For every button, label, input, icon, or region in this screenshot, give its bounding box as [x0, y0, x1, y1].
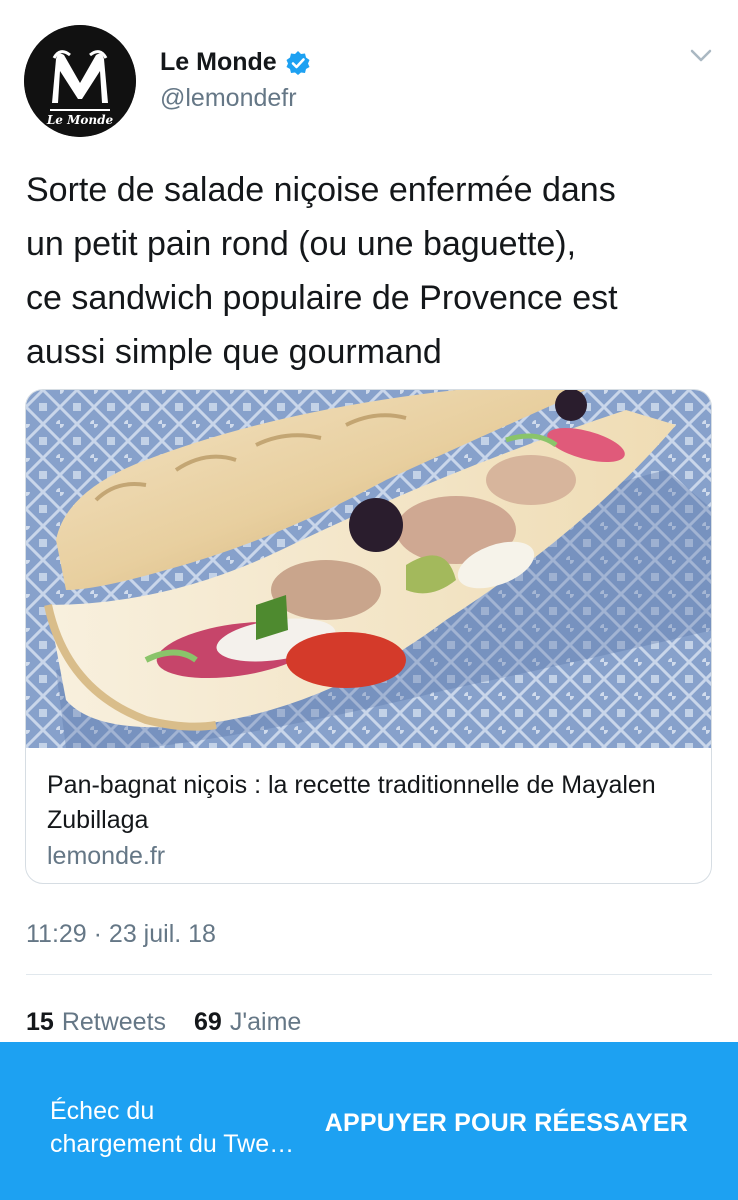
error-snackbar: Échec du chargement du Twe… APPUYER POUR…: [0, 1042, 738, 1200]
snackbar-message-line: Échec du: [50, 1097, 155, 1125]
card-domain: lemonde.fr: [47, 842, 166, 870]
tweet-stats: 15 Retweets 69 J'aime: [26, 1008, 301, 1037]
author-row[interactable]: Le Monde: [160, 48, 311, 77]
divider: [26, 974, 712, 975]
verified-badge-icon: [285, 50, 311, 76]
tweet-text-line: aussi simple que gourmand: [26, 333, 442, 371]
avatar[interactable]: Le Monde: [24, 25, 136, 137]
author-name[interactable]: Le Monde: [160, 48, 277, 77]
le-monde-logo-icon: Le Monde: [24, 25, 136, 137]
tweet-header: Le Monde Le Monde @lemondefr: [0, 0, 738, 140]
snackbar-message-line: chargement du Twe…: [50, 1130, 295, 1158]
likes-count[interactable]: 69: [194, 1008, 222, 1037]
link-preview-card[interactable]: Pan-bagnat niçois : la recette tradition…: [25, 389, 712, 884]
likes-label[interactable]: J'aime: [230, 1008, 301, 1037]
snackbar-message: Échec du chargement du Twe…: [50, 1095, 310, 1161]
retweets-label[interactable]: Retweets: [62, 1008, 166, 1037]
tweet-text-line: un petit pain rond (ou une baguette),: [26, 225, 577, 263]
author-handle[interactable]: @lemondefr: [160, 84, 297, 113]
retweets-count[interactable]: 15: [26, 1008, 54, 1037]
tweet-text-line: ce sandwich populaire de Provence est: [26, 279, 618, 317]
tweet-text: Sorte de salade niçoise enfermée dans un…: [26, 163, 716, 379]
card-title[interactable]: Pan-bagnat niçois : la recette tradition…: [47, 768, 697, 838]
card-image[interactable]: [26, 390, 711, 748]
svg-text:Le Monde: Le Monde: [46, 113, 114, 127]
tweet-text-line: Sorte de salade niçoise enfermée dans: [26, 171, 616, 209]
retry-button[interactable]: APPUYER POUR RÉESSAYER: [325, 1109, 688, 1138]
stats-gap: [166, 1008, 194, 1037]
tweet-timestamp: 11:29 · 23 juil. 18: [26, 920, 216, 948]
sandwich-photo-icon: [26, 390, 711, 748]
chevron-down-icon[interactable]: [686, 40, 716, 70]
